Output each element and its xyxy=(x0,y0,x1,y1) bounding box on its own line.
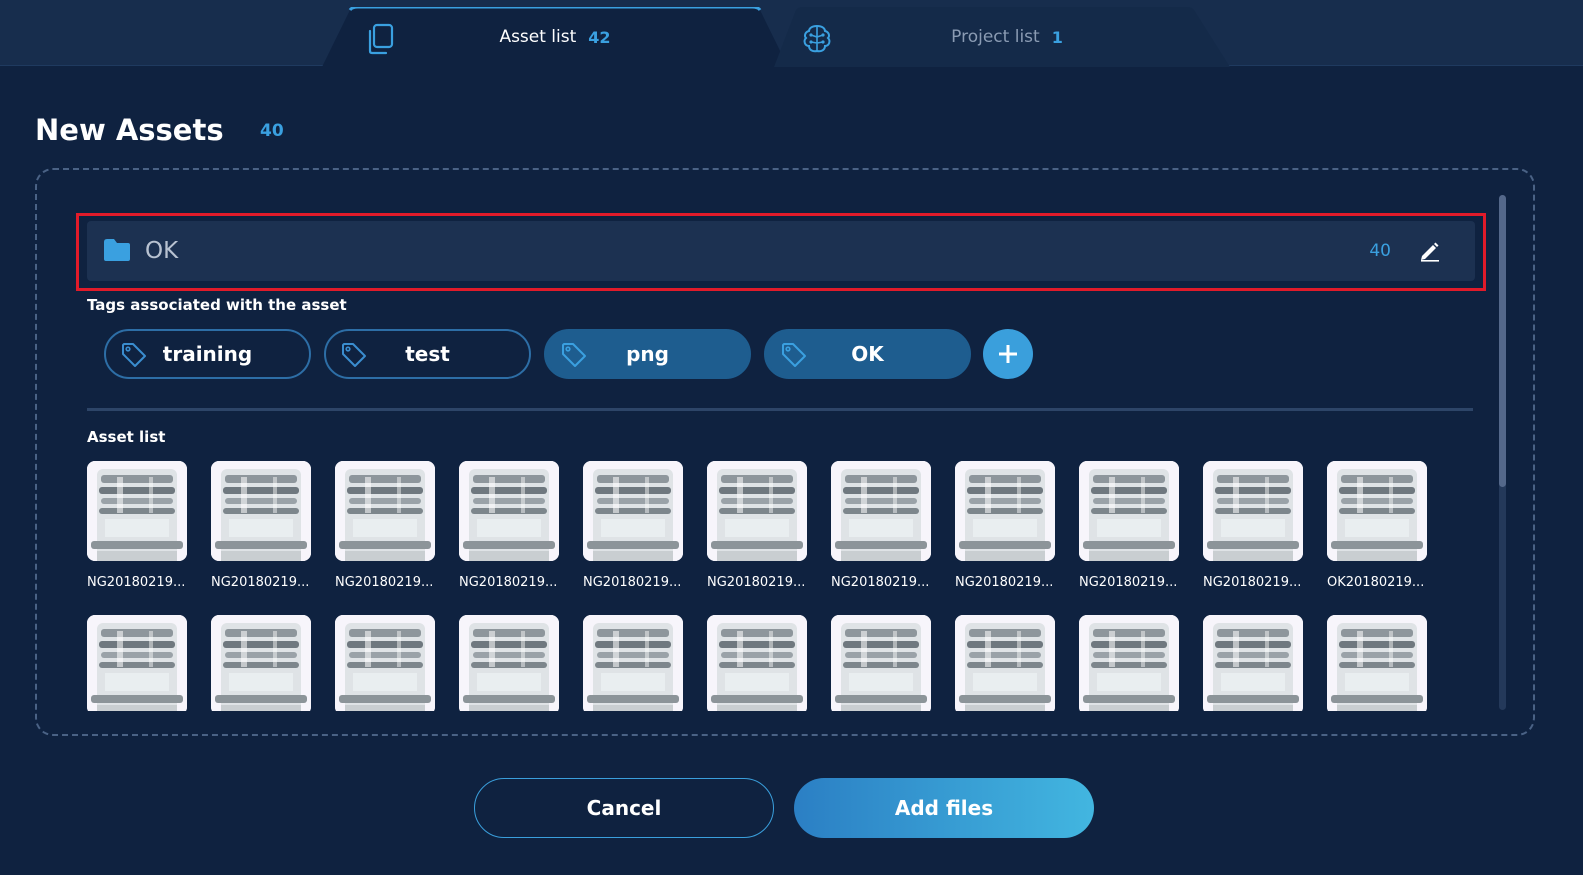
asset-image xyxy=(583,615,683,711)
asset-thumbnail[interactable]: NG20180219... xyxy=(335,461,435,590)
tag-icon xyxy=(342,343,366,367)
asset-image xyxy=(1327,461,1427,561)
brain-icon xyxy=(803,24,831,53)
tag-png[interactable]: png xyxy=(544,329,751,379)
asset-thumbnail[interactable]: NG20180219... xyxy=(1079,461,1179,590)
asset-image xyxy=(335,615,435,711)
asset-image xyxy=(583,461,683,561)
asset-thumbnail[interactable]: NG20180219... xyxy=(87,461,187,590)
asset-filename: NG20180219... xyxy=(459,575,558,590)
asset-filename: NG20180219... xyxy=(707,575,806,590)
asset-thumbnail[interactable] xyxy=(1079,615,1179,711)
asset-filename: NG20180219... xyxy=(955,575,1054,590)
tag-test[interactable]: test xyxy=(324,329,531,379)
add-tag-button[interactable] xyxy=(983,329,1033,379)
asset-thumbnail[interactable]: NG20180219... xyxy=(1203,461,1303,590)
tag-icon xyxy=(122,343,146,367)
asset-image xyxy=(1203,615,1303,711)
asset-thumbnail[interactable]: OK20180219... xyxy=(1327,461,1427,590)
page-title: New Assets xyxy=(35,113,224,147)
asset-filename: NG20180219... xyxy=(87,575,186,590)
asset-thumbnail[interactable] xyxy=(955,615,1055,711)
tag-icon xyxy=(782,343,806,367)
tab-count: 42 xyxy=(588,27,611,47)
asset-thumbnail[interactable]: NG20180219... xyxy=(831,461,931,590)
asset-thumbnail[interactable] xyxy=(87,615,187,711)
folder-row[interactable]: OK 40 xyxy=(87,221,1475,281)
tab-count: 1 xyxy=(1051,27,1063,47)
asset-thumbnail[interactable]: NG20180219... xyxy=(707,461,807,590)
assets-count-badge: 40 xyxy=(260,121,284,141)
asset-thumbnail[interactable] xyxy=(459,615,559,711)
asset-image xyxy=(335,461,435,561)
asset-filename: NG20180219... xyxy=(831,575,930,590)
tab-asset-list[interactable]: Asset list 42 xyxy=(322,7,788,67)
asset-filename: OK20180219... xyxy=(1327,575,1425,590)
asset-image xyxy=(831,615,931,711)
cancel-button[interactable]: Cancel xyxy=(474,778,774,838)
asset-image xyxy=(831,461,931,561)
add-files-button[interactable]: Add files xyxy=(794,778,1094,838)
tag-icon xyxy=(562,343,586,367)
asset-filename: NG20180219... xyxy=(211,575,310,590)
asset-image xyxy=(1079,461,1179,561)
asset-thumbnail[interactable]: NG20180219... xyxy=(211,461,311,590)
asset-thumbnail[interactable] xyxy=(335,615,435,711)
tag-label: test xyxy=(405,342,450,366)
tag-training[interactable]: training xyxy=(104,329,311,379)
tag-label: training xyxy=(162,342,253,366)
tab-label: Project list xyxy=(951,27,1040,47)
asset-image xyxy=(211,461,311,561)
folder-count: 40 xyxy=(1369,241,1391,261)
asset-image xyxy=(707,615,807,711)
divider xyxy=(87,408,1473,411)
asset-image xyxy=(1079,615,1179,711)
asset-filename: NG20180219... xyxy=(335,575,434,590)
top-tab-bar: Asset list 42 Project list 1 xyxy=(0,0,1583,67)
asset-image xyxy=(459,461,559,561)
asset-filename: NG20180219... xyxy=(1203,575,1302,590)
asset-thumbnail[interactable] xyxy=(211,615,311,711)
asset-image xyxy=(87,461,187,561)
scrollbar-thumb[interactable] xyxy=(1499,195,1506,487)
tab-project-list[interactable]: Project list 1 xyxy=(774,7,1240,67)
asset-grid: NG20180219... NG20180219... NG20180219... N… xyxy=(87,461,1487,711)
asset-image xyxy=(1203,461,1303,561)
asset-thumbnail[interactable] xyxy=(1327,615,1427,711)
asset-filename: NG20180219... xyxy=(1079,575,1178,590)
asset-thumbnail[interactable] xyxy=(583,615,683,711)
folder-name: OK xyxy=(145,238,179,264)
asset-image xyxy=(459,615,559,711)
tab-label: Asset list xyxy=(499,27,577,47)
asset-thumbnail[interactable]: NG20180219... xyxy=(955,461,1055,590)
asset-filename: NG20180219... xyxy=(583,575,682,590)
asset-image xyxy=(955,461,1055,561)
asset-image xyxy=(707,461,807,561)
asset-image xyxy=(87,615,187,711)
asset-thumbnail[interactable]: NG20180219... xyxy=(583,461,683,590)
asset-image xyxy=(211,615,311,711)
asset-thumbnail[interactable] xyxy=(1203,615,1303,711)
tag-label: png xyxy=(626,342,669,366)
pencil-icon[interactable] xyxy=(1419,240,1441,262)
asset-list-label: Asset list xyxy=(87,428,166,446)
asset-thumbnail[interactable] xyxy=(707,615,807,711)
asset-thumbnail[interactable] xyxy=(831,615,931,711)
folder-icon xyxy=(104,239,130,261)
tag-label: OK xyxy=(851,342,884,366)
plus-icon xyxy=(999,345,1017,363)
asset-image xyxy=(955,615,1055,711)
tags-label: Tags associated with the asset xyxy=(87,296,347,314)
tag-ok[interactable]: OK xyxy=(764,329,971,379)
asset-image xyxy=(1327,615,1427,711)
asset-thumbnail[interactable]: NG20180219... xyxy=(459,461,559,590)
copy-icon xyxy=(368,23,394,55)
